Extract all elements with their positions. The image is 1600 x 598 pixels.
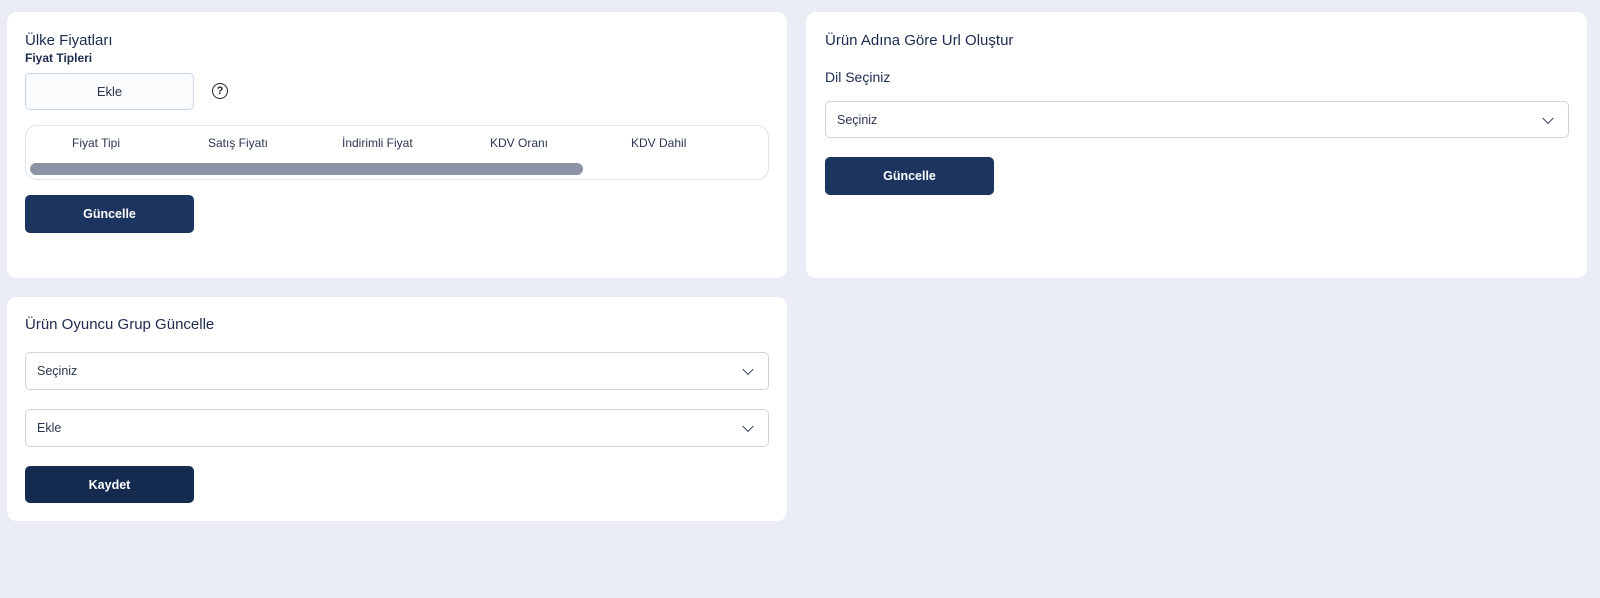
add-price-type-button[interactable]: Ekle (25, 73, 194, 110)
url-by-name-card: Ürün Adına Göre Url Oluştur Dil Seçiniz … (806, 12, 1587, 278)
add-player-group-select-value: Ekle (37, 421, 62, 435)
country-prices-card: Ülke Fiyatları Fiyat Tipleri Ekle ? Fiya… (7, 12, 787, 278)
url-by-name-title: Ürün Adına Göre Url Oluştur (825, 32, 1014, 49)
table-horizontal-scrollbar[interactable] (30, 163, 583, 175)
country-prices-title: Ülke Fiyatları (25, 32, 113, 49)
language-select[interactable]: Seçiniz (825, 101, 1569, 138)
question-circle-icon[interactable]: ? (212, 83, 228, 99)
player-group-select[interactable]: Seçiniz (25, 352, 769, 390)
save-player-group-button[interactable]: Kaydet (25, 466, 194, 503)
player-group-title: Ürün Oyuncu Grup Güncelle (25, 316, 215, 333)
update-country-prices-button[interactable]: Güncelle (25, 195, 194, 233)
language-select-value: Seçiniz (837, 112, 878, 127)
price-types-label: Fiyat Tipleri (25, 51, 93, 65)
column-header-vat-included: KDV Dahil (631, 136, 687, 150)
column-header-price-type: Fiyat Tipi (72, 136, 121, 150)
chevron-down-icon (742, 363, 754, 376)
language-label: Dil Seçiniz (825, 69, 891, 85)
column-header-vat-rate: KDV Oranı (490, 136, 549, 150)
add-player-group-select[interactable]: Ekle (25, 409, 769, 447)
update-url-button[interactable]: Güncelle (825, 157, 994, 195)
column-header-sale-price: Satış Fiyatı (208, 136, 269, 150)
player-group-select-value: Seçiniz (37, 364, 78, 378)
player-group-card: Ürün Oyuncu Grup Güncelle Seçiniz Ekle K… (7, 297, 787, 521)
chevron-down-icon (1542, 112, 1554, 124)
chevron-down-icon (742, 420, 754, 433)
price-types-table: Fiyat Tipi Satış Fiyatı İndirimli Fiyat … (25, 125, 769, 180)
column-header-discounted-price: İndirimli Fiyat (342, 136, 413, 150)
